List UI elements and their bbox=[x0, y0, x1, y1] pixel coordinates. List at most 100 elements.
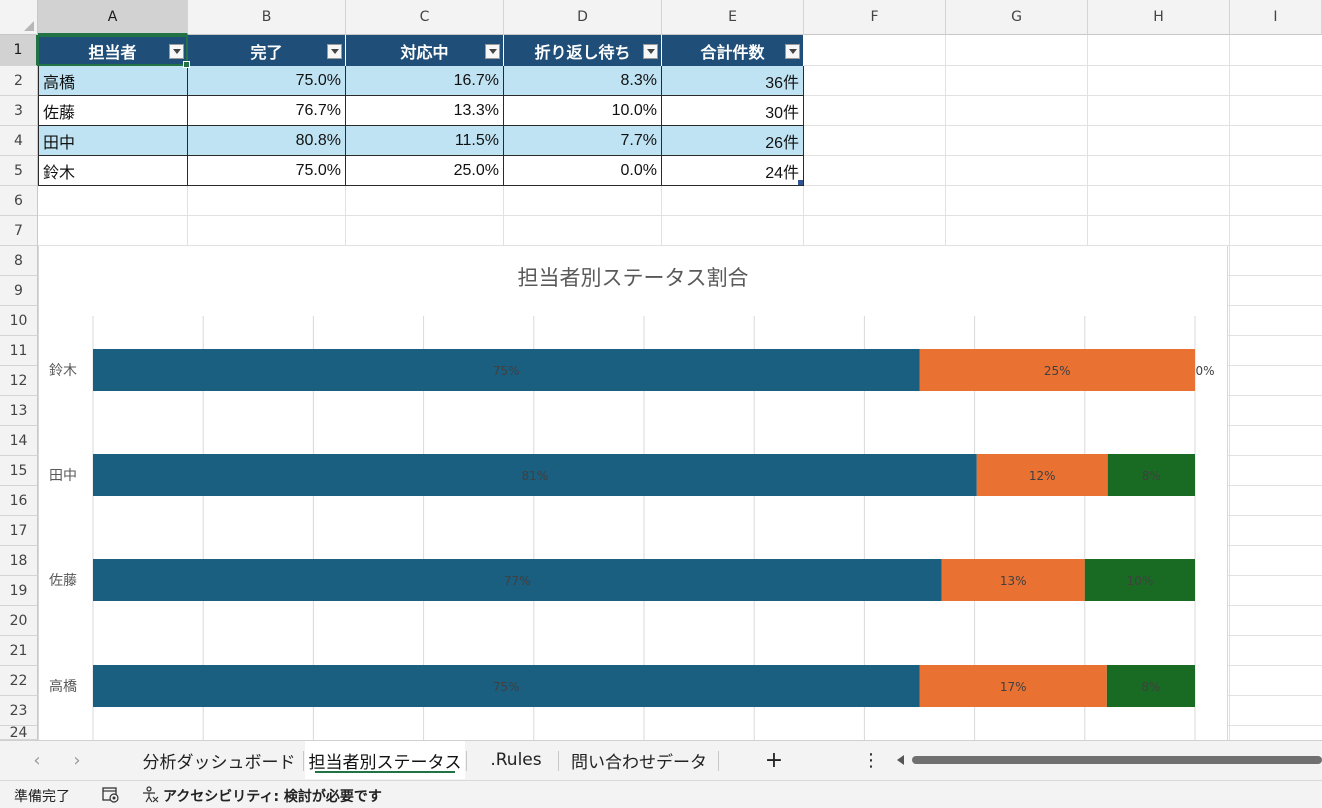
spreadsheet-grid[interactable]: ABCDEFGHI 1 2 3 4 5 6 7 8 9 10 11 12 13 14 15 16 17 18 19 2… bbox=[0, 0, 1322, 740]
table-cell-name[interactable]: 田中 bbox=[38, 126, 188, 156]
chart-data-label: 8% bbox=[1141, 680, 1160, 694]
row-header-7[interactable]: 7 bbox=[0, 216, 38, 246]
accessibility-status[interactable]: アクセシビリティ: 検討が必要です bbox=[163, 786, 382, 806]
row-header-14[interactable]: 14 bbox=[0, 426, 38, 456]
table-cell-name[interactable]: 鈴木 bbox=[38, 156, 188, 186]
filter-dropdown-icon[interactable] bbox=[643, 44, 658, 59]
column-header-b[interactable]: B bbox=[188, 0, 346, 35]
tab-separator bbox=[558, 751, 559, 771]
filter-dropdown-icon[interactable] bbox=[169, 44, 184, 59]
row-header-8[interactable]: 8 bbox=[0, 246, 38, 276]
more-options-icon[interactable]: ⋮ bbox=[860, 741, 882, 779]
table-cell-value[interactable]: 8.3% bbox=[504, 66, 662, 96]
table-cell-value[interactable]: 75.0% bbox=[188, 156, 346, 186]
table-cell-value[interactable]: 11.5% bbox=[346, 126, 504, 156]
stacked-bar-chart[interactable]: 担当者別ステータス割合 鈴木 75% 25% 0% 田中 81% 12% 8% 佐藤 77% 13%… bbox=[38, 246, 1228, 740]
row-header-1[interactable]: 1 bbox=[0, 35, 38, 66]
chart-data-label: 77% bbox=[504, 574, 531, 588]
row-header-3[interactable]: 3 bbox=[0, 96, 38, 126]
row-header-20[interactable]: 20 bbox=[0, 606, 38, 636]
chart-data-label: 81% bbox=[522, 469, 549, 483]
table-cell-value[interactable]: 25.0% bbox=[346, 156, 504, 186]
chart-data-label: 12% bbox=[1029, 469, 1056, 483]
row-header-11[interactable]: 11 bbox=[0, 336, 38, 366]
table-header-cell[interactable]: 折り返し待ち bbox=[504, 35, 662, 66]
row-header-10[interactable]: 10 bbox=[0, 306, 38, 336]
table-header-cell[interactable]: 合計件数 bbox=[662, 35, 804, 66]
tab-separator bbox=[466, 751, 467, 771]
row-header-22[interactable]: 22 bbox=[0, 666, 38, 696]
table-header-cell[interactable]: 対応中 bbox=[346, 35, 504, 66]
scrollbar-thumb bbox=[912, 756, 1322, 764]
table-cell-name[interactable]: 高橋 bbox=[38, 66, 188, 96]
sheet-tab[interactable]: 担当者別ステータス bbox=[305, 741, 465, 779]
column-header-c[interactable]: C bbox=[346, 0, 504, 35]
row-header-5[interactable]: 5 bbox=[0, 156, 38, 186]
table-header-cell[interactable]: 担当者 bbox=[38, 35, 188, 66]
macro-recording-icon[interactable] bbox=[102, 787, 120, 803]
table-cell-value[interactable]: 7.7% bbox=[504, 126, 662, 156]
select-all-corner[interactable] bbox=[0, 0, 38, 35]
column-header-d[interactable]: D bbox=[504, 0, 662, 35]
table-cell-name[interactable]: 佐藤 bbox=[38, 96, 188, 126]
chevron-right-icon[interactable]: › bbox=[67, 750, 87, 771]
chart-plot-area: 鈴木 75% 25% 0% 田中 81% 12% 8% 佐藤 77% 13% 10% 高橋 75% 17% 8… bbox=[49, 316, 1215, 740]
table-resize-handle[interactable] bbox=[798, 180, 803, 185]
table-cell-value[interactable]: 30件 bbox=[662, 96, 804, 126]
row-header-16[interactable]: 16 bbox=[0, 486, 38, 516]
sheet-tab-bar: ‹ › 分析ダッシュボード 担当者別ステータス .Rules 問い合わせデータ + ⋮ bbox=[0, 740, 1322, 780]
chart-category-label: 田中 bbox=[49, 468, 77, 484]
row-header-19[interactable]: 19 bbox=[0, 576, 38, 606]
status-ready: 準備完了 bbox=[14, 789, 70, 805]
table-cell-value[interactable]: 36件 bbox=[662, 66, 804, 96]
column-header-a[interactable]: A bbox=[38, 0, 188, 35]
sheet-tab[interactable]: 分析ダッシュボード bbox=[140, 741, 298, 779]
table-header-cell[interactable]: 完了 bbox=[188, 35, 346, 66]
sheet-tab[interactable]: 問い合わせデータ bbox=[564, 741, 714, 779]
chart-data-label: 8% bbox=[1142, 469, 1161, 483]
add-sheet-icon[interactable]: + bbox=[758, 741, 790, 779]
column-header-g[interactable]: G bbox=[946, 0, 1088, 35]
chart-data-label: 75% bbox=[493, 680, 520, 694]
table-cell-value[interactable]: 13.3% bbox=[346, 96, 504, 126]
row-header-21[interactable]: 21 bbox=[0, 636, 38, 666]
table-cell-value[interactable]: 24件 bbox=[662, 156, 804, 186]
sheet-tab[interactable]: .Rules bbox=[474, 741, 558, 779]
row-header-9[interactable]: 9 bbox=[0, 276, 38, 306]
row-header-12[interactable]: 12 bbox=[0, 366, 38, 396]
row-header-2[interactable]: 2 bbox=[0, 66, 38, 96]
table-cell-value[interactable]: 16.7% bbox=[346, 66, 504, 96]
chart-category-label: 高橋 bbox=[49, 678, 77, 695]
table-cell-value[interactable]: 10.0% bbox=[504, 96, 662, 126]
chart-data-label: 10% bbox=[1127, 574, 1154, 588]
row-header-13[interactable]: 13 bbox=[0, 396, 38, 426]
row-header-24[interactable]: 24 bbox=[0, 725, 38, 740]
row-header-17[interactable]: 17 bbox=[0, 516, 38, 546]
row-header-18[interactable]: 18 bbox=[0, 546, 38, 576]
status-bar: 準備完了 アクセシビリティ: 検討が必要です bbox=[0, 780, 1322, 808]
table-cell-value[interactable]: 80.8% bbox=[188, 126, 346, 156]
filter-dropdown-icon[interactable] bbox=[785, 44, 800, 59]
column-header-e[interactable]: E bbox=[662, 0, 804, 35]
row-header-15[interactable]: 15 bbox=[0, 456, 38, 486]
row-header-6[interactable]: 6 bbox=[0, 186, 38, 216]
table-cell-value[interactable]: 26件 bbox=[662, 126, 804, 156]
row-header-23[interactable]: 23 bbox=[0, 696, 38, 726]
gridline-horizontal bbox=[38, 215, 1322, 216]
chart-data-label: 25% bbox=[1044, 364, 1071, 378]
column-header-h[interactable]: H bbox=[1088, 0, 1230, 35]
horizontal-scrollbar[interactable] bbox=[896, 753, 1322, 767]
chart-data-label: 0% bbox=[1195, 364, 1214, 378]
table-cell-value[interactable]: 76.7% bbox=[188, 96, 346, 126]
row-header-4[interactable]: 4 bbox=[0, 126, 38, 156]
column-header-f[interactable]: F bbox=[804, 0, 946, 35]
accessibility-icon[interactable] bbox=[141, 786, 159, 804]
tab-separator bbox=[718, 751, 719, 771]
chevron-left-icon[interactable]: ‹ bbox=[27, 750, 47, 771]
chart-data-label: 17% bbox=[1000, 680, 1027, 694]
table-cell-value[interactable]: 0.0% bbox=[504, 156, 662, 186]
column-header-i[interactable]: I bbox=[1230, 0, 1322, 35]
filter-dropdown-icon[interactable] bbox=[327, 44, 342, 59]
table-cell-value[interactable]: 75.0% bbox=[188, 66, 346, 96]
filter-dropdown-icon[interactable] bbox=[485, 44, 500, 59]
